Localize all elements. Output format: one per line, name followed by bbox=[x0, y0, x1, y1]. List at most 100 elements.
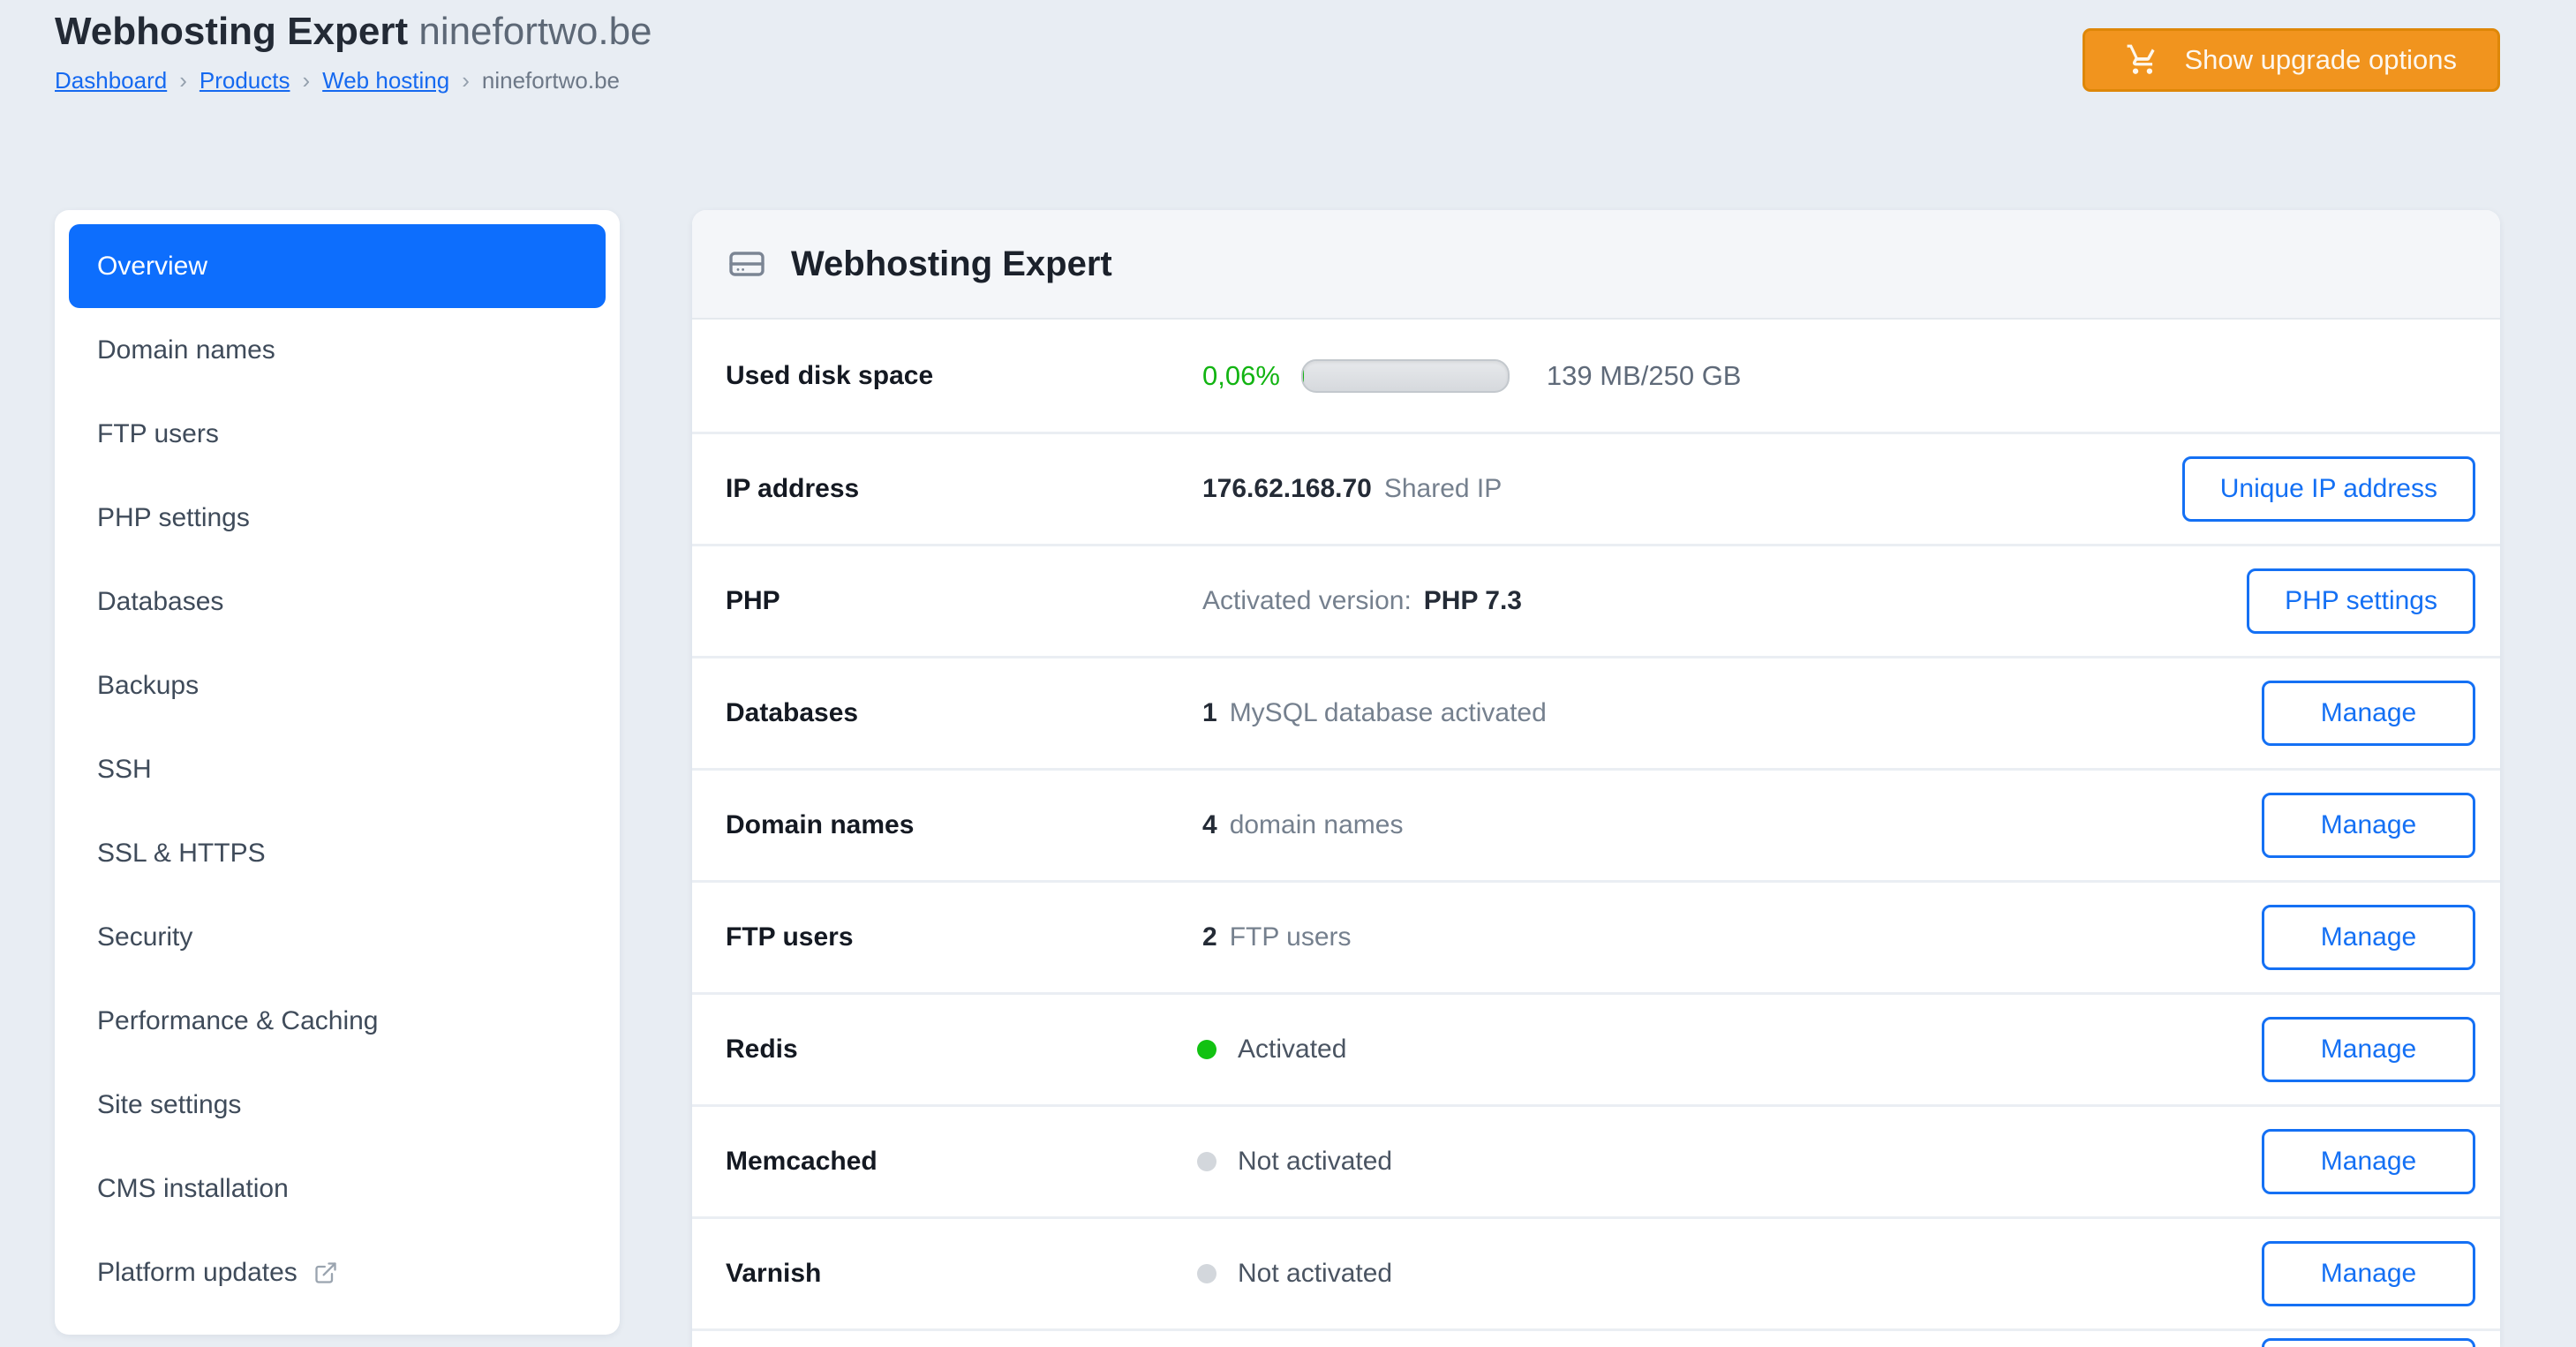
button-label: Manage bbox=[2320, 922, 2417, 952]
hard-drive-icon bbox=[726, 243, 768, 285]
value-light: Activated version: bbox=[1202, 586, 1412, 615]
breadcrumb-link-products[interactable]: Products bbox=[200, 67, 290, 94]
value-light: MySQL database activated bbox=[1229, 698, 1547, 727]
sidebar-item-ssl-https[interactable]: SSL & HTTPS bbox=[69, 811, 606, 895]
sidebar-item-label: SSL & HTTPS bbox=[97, 838, 266, 868]
sidebar-item-platform-updates[interactable]: Platform updates bbox=[69, 1230, 606, 1314]
button-label: PHP settings bbox=[2285, 586, 2437, 615]
disk-used-percent: 0,06% bbox=[1202, 359, 1280, 391]
page-title: Webhosting Expert ninefortwo.be bbox=[55, 9, 652, 55]
row-label: Memcached bbox=[726, 1147, 877, 1176]
sidebar-item-label: Backups bbox=[97, 670, 200, 700]
databases-button[interactable]: Manage bbox=[2262, 681, 2475, 746]
sidebar-item-label: PHP settings bbox=[97, 502, 250, 532]
sidebar-item-label: Databases bbox=[97, 586, 224, 616]
status-text: Activated bbox=[1238, 1035, 1347, 1064]
disk-usage-progressbar bbox=[1300, 358, 1510, 393]
panel-title: Webhosting Expert bbox=[791, 244, 1112, 283]
sidebar-item-label: Platform updates bbox=[97, 1257, 298, 1287]
row-redis: Redis Activated Manage bbox=[692, 992, 2500, 1104]
row-value: Not activated bbox=[1197, 1259, 2262, 1289]
show-upgrade-options-button[interactable]: Show upgrade options bbox=[2083, 28, 2500, 92]
row-used-disk-space: Used disk space 0,06% 139 MB/250 GB bbox=[692, 320, 2500, 432]
sidebar-item-backups[interactable]: Backups bbox=[69, 643, 606, 727]
row-memcached: Memcached Not activated Manage bbox=[692, 1104, 2500, 1216]
show-upgrade-options-label: Show upgrade options bbox=[2184, 44, 2457, 75]
page-title-domain: ninefortwo.be bbox=[418, 10, 652, 53]
sidebar-item-site-settings[interactable]: Site settings bbox=[69, 1063, 606, 1147]
next-row-partial-button[interactable] bbox=[2262, 1338, 2475, 1347]
sidebar-item-databases[interactable]: Databases bbox=[69, 560, 606, 643]
domain-names-button[interactable]: Manage bbox=[2262, 793, 2475, 858]
value-light: FTP users bbox=[1229, 922, 1352, 952]
button-label: Manage bbox=[2320, 1259, 2417, 1288]
breadcrumb-current: ninefortwo.be bbox=[481, 67, 620, 94]
row-value: Activated version: PHP 7.3 bbox=[1202, 586, 2247, 616]
sidebar-item-domain-names[interactable]: Domain names bbox=[69, 308, 606, 392]
row-php: PHP Activated version: PHP 7.3 PHP settings bbox=[692, 544, 2500, 656]
php-button[interactable]: PHP settings bbox=[2247, 568, 2475, 634]
ftp-users-button[interactable]: Manage bbox=[2262, 905, 2475, 970]
page-title-product: Webhosting Expert bbox=[55, 10, 409, 53]
row-label: Domain names bbox=[726, 810, 915, 839]
row-value: Not activated bbox=[1197, 1147, 2262, 1177]
breadcrumb-link-web-hosting[interactable]: Web hosting bbox=[322, 67, 449, 94]
sidebar-item-overview[interactable]: Overview bbox=[69, 224, 606, 308]
sidebar-item-php-settings[interactable]: PHP settings bbox=[69, 476, 606, 560]
varnish-button[interactable]: Manage bbox=[2262, 1241, 2475, 1306]
button-label: Unique IP address bbox=[2219, 474, 2437, 503]
status-dot-active bbox=[1197, 1040, 1216, 1059]
panel-rows: Used disk space 0,06% 139 MB/250 GB IP addr… bbox=[692, 320, 2500, 1347]
row-varnish: Varnish Not activated Manage bbox=[692, 1216, 2500, 1328]
status-dot-inactive bbox=[1197, 1264, 1216, 1283]
value-bold: PHP 7.3 bbox=[1423, 586, 1522, 615]
memcached-button[interactable]: Manage bbox=[2262, 1129, 2475, 1194]
row-value: Activated bbox=[1197, 1035, 2262, 1065]
cart-icon bbox=[2126, 43, 2159, 77]
sidebar-item-label: Performance & Caching bbox=[97, 1005, 379, 1035]
row-ftp-users: FTP users 2 FTP users Manage bbox=[692, 880, 2500, 992]
row-label: Redis bbox=[726, 1035, 798, 1064]
top-header: Webhosting Expert ninefortwo.be Dashboar… bbox=[55, 9, 652, 94]
row-next-row-partial bbox=[692, 1328, 2500, 1347]
sidebar-item-ssh[interactable]: SSH bbox=[69, 727, 606, 811]
sidebar-item-label: FTP users bbox=[97, 418, 219, 448]
row-label: Databases bbox=[726, 698, 859, 727]
row-value: 2 FTP users bbox=[1202, 922, 2262, 952]
sidebar-item-label: CMS installation bbox=[97, 1173, 289, 1203]
external-link-icon bbox=[313, 1260, 338, 1285]
value-bold: 2 bbox=[1202, 922, 1217, 952]
row-label: Varnish bbox=[726, 1259, 822, 1288]
button-label: Manage bbox=[2320, 1147, 2417, 1176]
row-label: Used disk space bbox=[726, 360, 934, 390]
button-label: Manage bbox=[2320, 810, 2417, 839]
sidebar: Overview Domain names FTP users PHP setting… bbox=[55, 210, 620, 1335]
main-panel: Webhosting Expert Used disk space 0,06% 13… bbox=[692, 210, 2500, 1347]
status-text: Not activated bbox=[1238, 1259, 1393, 1288]
sidebar-item-label: Security bbox=[97, 922, 193, 952]
value-bold: 176.62.168.70 bbox=[1202, 474, 1372, 503]
sidebar-item-label: Overview bbox=[97, 251, 208, 281]
row-value: 4 domain names bbox=[1202, 810, 2262, 840]
button-label: Manage bbox=[2320, 698, 2417, 727]
row-label: FTP users bbox=[726, 922, 854, 952]
breadcrumb: Dashboard › Products › Web hosting › ninefortw… bbox=[55, 67, 652, 94]
status-text: Not activated bbox=[1238, 1147, 1393, 1176]
value-light: Shared IP bbox=[1383, 474, 1503, 503]
sidebar-item-security[interactable]: Security bbox=[69, 895, 606, 979]
sidebar-item-ftp-users[interactable]: FTP users bbox=[69, 392, 606, 476]
sidebar-item-label: Domain names bbox=[97, 335, 275, 365]
breadcrumb-separator: › bbox=[179, 67, 187, 94]
ip-address-button[interactable]: Unique IP address bbox=[2181, 456, 2475, 522]
redis-button[interactable]: Manage bbox=[2262, 1017, 2475, 1082]
sidebar-item-performance-caching[interactable]: Performance & Caching bbox=[69, 979, 606, 1063]
sidebar-item-label: SSH bbox=[97, 754, 152, 784]
row-domain-names: Domain names 4 domain names Manage bbox=[692, 768, 2500, 880]
sidebar-item-cms-installation[interactable]: CMS installation bbox=[69, 1147, 606, 1230]
disk-usage-text: 139 MB/250 GB bbox=[1546, 359, 1742, 391]
breadcrumb-separator: › bbox=[462, 67, 470, 94]
status-dot-inactive bbox=[1197, 1152, 1216, 1171]
breadcrumb-link-dashboard[interactable]: Dashboard bbox=[55, 67, 167, 94]
row-label: PHP bbox=[726, 586, 780, 615]
value-light: domain names bbox=[1229, 810, 1404, 839]
